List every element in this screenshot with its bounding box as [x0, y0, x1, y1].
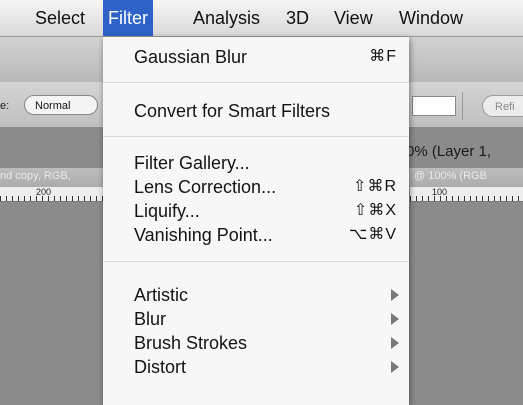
- menu-item-liquify[interactable]: Liquify... ⇧⌘X: [103, 199, 409, 223]
- menu-filter[interactable]: Filter: [103, 0, 153, 36]
- ruler-ticks: [410, 196, 523, 201]
- menu-window[interactable]: Window: [394, 0, 468, 36]
- ruler-right: 100: [410, 187, 523, 202]
- menu-item-artistic[interactable]: Artistic: [103, 283, 409, 307]
- menu-item-brush-strokes[interactable]: Brush Strokes: [103, 331, 409, 355]
- shortcut-label: ⇧⌘R: [353, 178, 397, 195]
- menu-item-vanishing-point[interactable]: Vanishing Point... ⌥⌘V: [103, 223, 409, 247]
- refine-button[interactable]: Refi: [482, 95, 523, 117]
- shortcut-label: ⌘F: [369, 48, 397, 65]
- document-tab-left[interactable]: nd copy, RGB,: [0, 170, 71, 182]
- menu-separator: [103, 82, 409, 83]
- submenu-arrow-icon: [391, 361, 399, 373]
- menu-3d[interactable]: 3D: [281, 0, 314, 36]
- option-field[interactable]: [412, 96, 456, 116]
- menu-view[interactable]: View: [329, 0, 378, 36]
- options-divider: [462, 92, 463, 120]
- mode-label: e:: [0, 100, 10, 112]
- shortcut-label: ⌥⌘V: [348, 226, 397, 243]
- menu-item-label: Artistic: [134, 285, 188, 305]
- filter-menu: Gaussian Blur ⌘F Convert for Smart Filte…: [103, 37, 409, 405]
- ruler-ticks: [0, 196, 104, 201]
- ruler-left: 200: [0, 187, 104, 202]
- menu-item-label: Lens Correction...: [134, 177, 277, 197]
- submenu-arrow-icon: [391, 337, 399, 349]
- document-tab-right[interactable]: @ 100% (RGB: [414, 170, 487, 182]
- menu-select[interactable]: Select: [30, 0, 90, 36]
- submenu-arrow-icon: [391, 313, 399, 325]
- submenu-arrow-icon: [391, 289, 399, 301]
- menu-item-label: Distort: [134, 357, 187, 377]
- menu-item-distort[interactable]: Distort: [103, 355, 409, 379]
- menu-separator: [103, 136, 409, 137]
- menu-item-blur[interactable]: Blur: [103, 307, 409, 331]
- menu-item-lens-correction[interactable]: Lens Correction... ⇧⌘R: [103, 175, 409, 199]
- menu-item-filter-gallery[interactable]: Filter Gallery...: [103, 151, 409, 175]
- menu-bar: Select Filter Analysis 3D View Window: [0, 0, 523, 37]
- menu-item-label: Brush Strokes: [134, 333, 248, 353]
- menu-item-label: Filter Gallery...: [134, 153, 250, 173]
- menu-item-label: Liquify...: [134, 201, 200, 221]
- blend-mode-select[interactable]: Normal: [24, 95, 98, 115]
- document-title: 0% (Layer 1,: [406, 143, 492, 160]
- menu-item-label: Blur: [134, 309, 167, 329]
- menu-item-label: Convert for Smart Filters: [134, 101, 331, 121]
- menu-item-label: Gaussian Blur: [134, 47, 248, 67]
- menu-item-convert-smart-filters[interactable]: Convert for Smart Filters: [103, 99, 409, 123]
- menu-item-label: Vanishing Point...: [134, 225, 273, 245]
- menu-analysis[interactable]: Analysis: [188, 0, 265, 36]
- menu-item-gaussian-blur[interactable]: Gaussian Blur ⌘F: [103, 45, 409, 69]
- shortcut-label: ⇧⌘X: [353, 202, 397, 219]
- menu-separator: [103, 261, 409, 262]
